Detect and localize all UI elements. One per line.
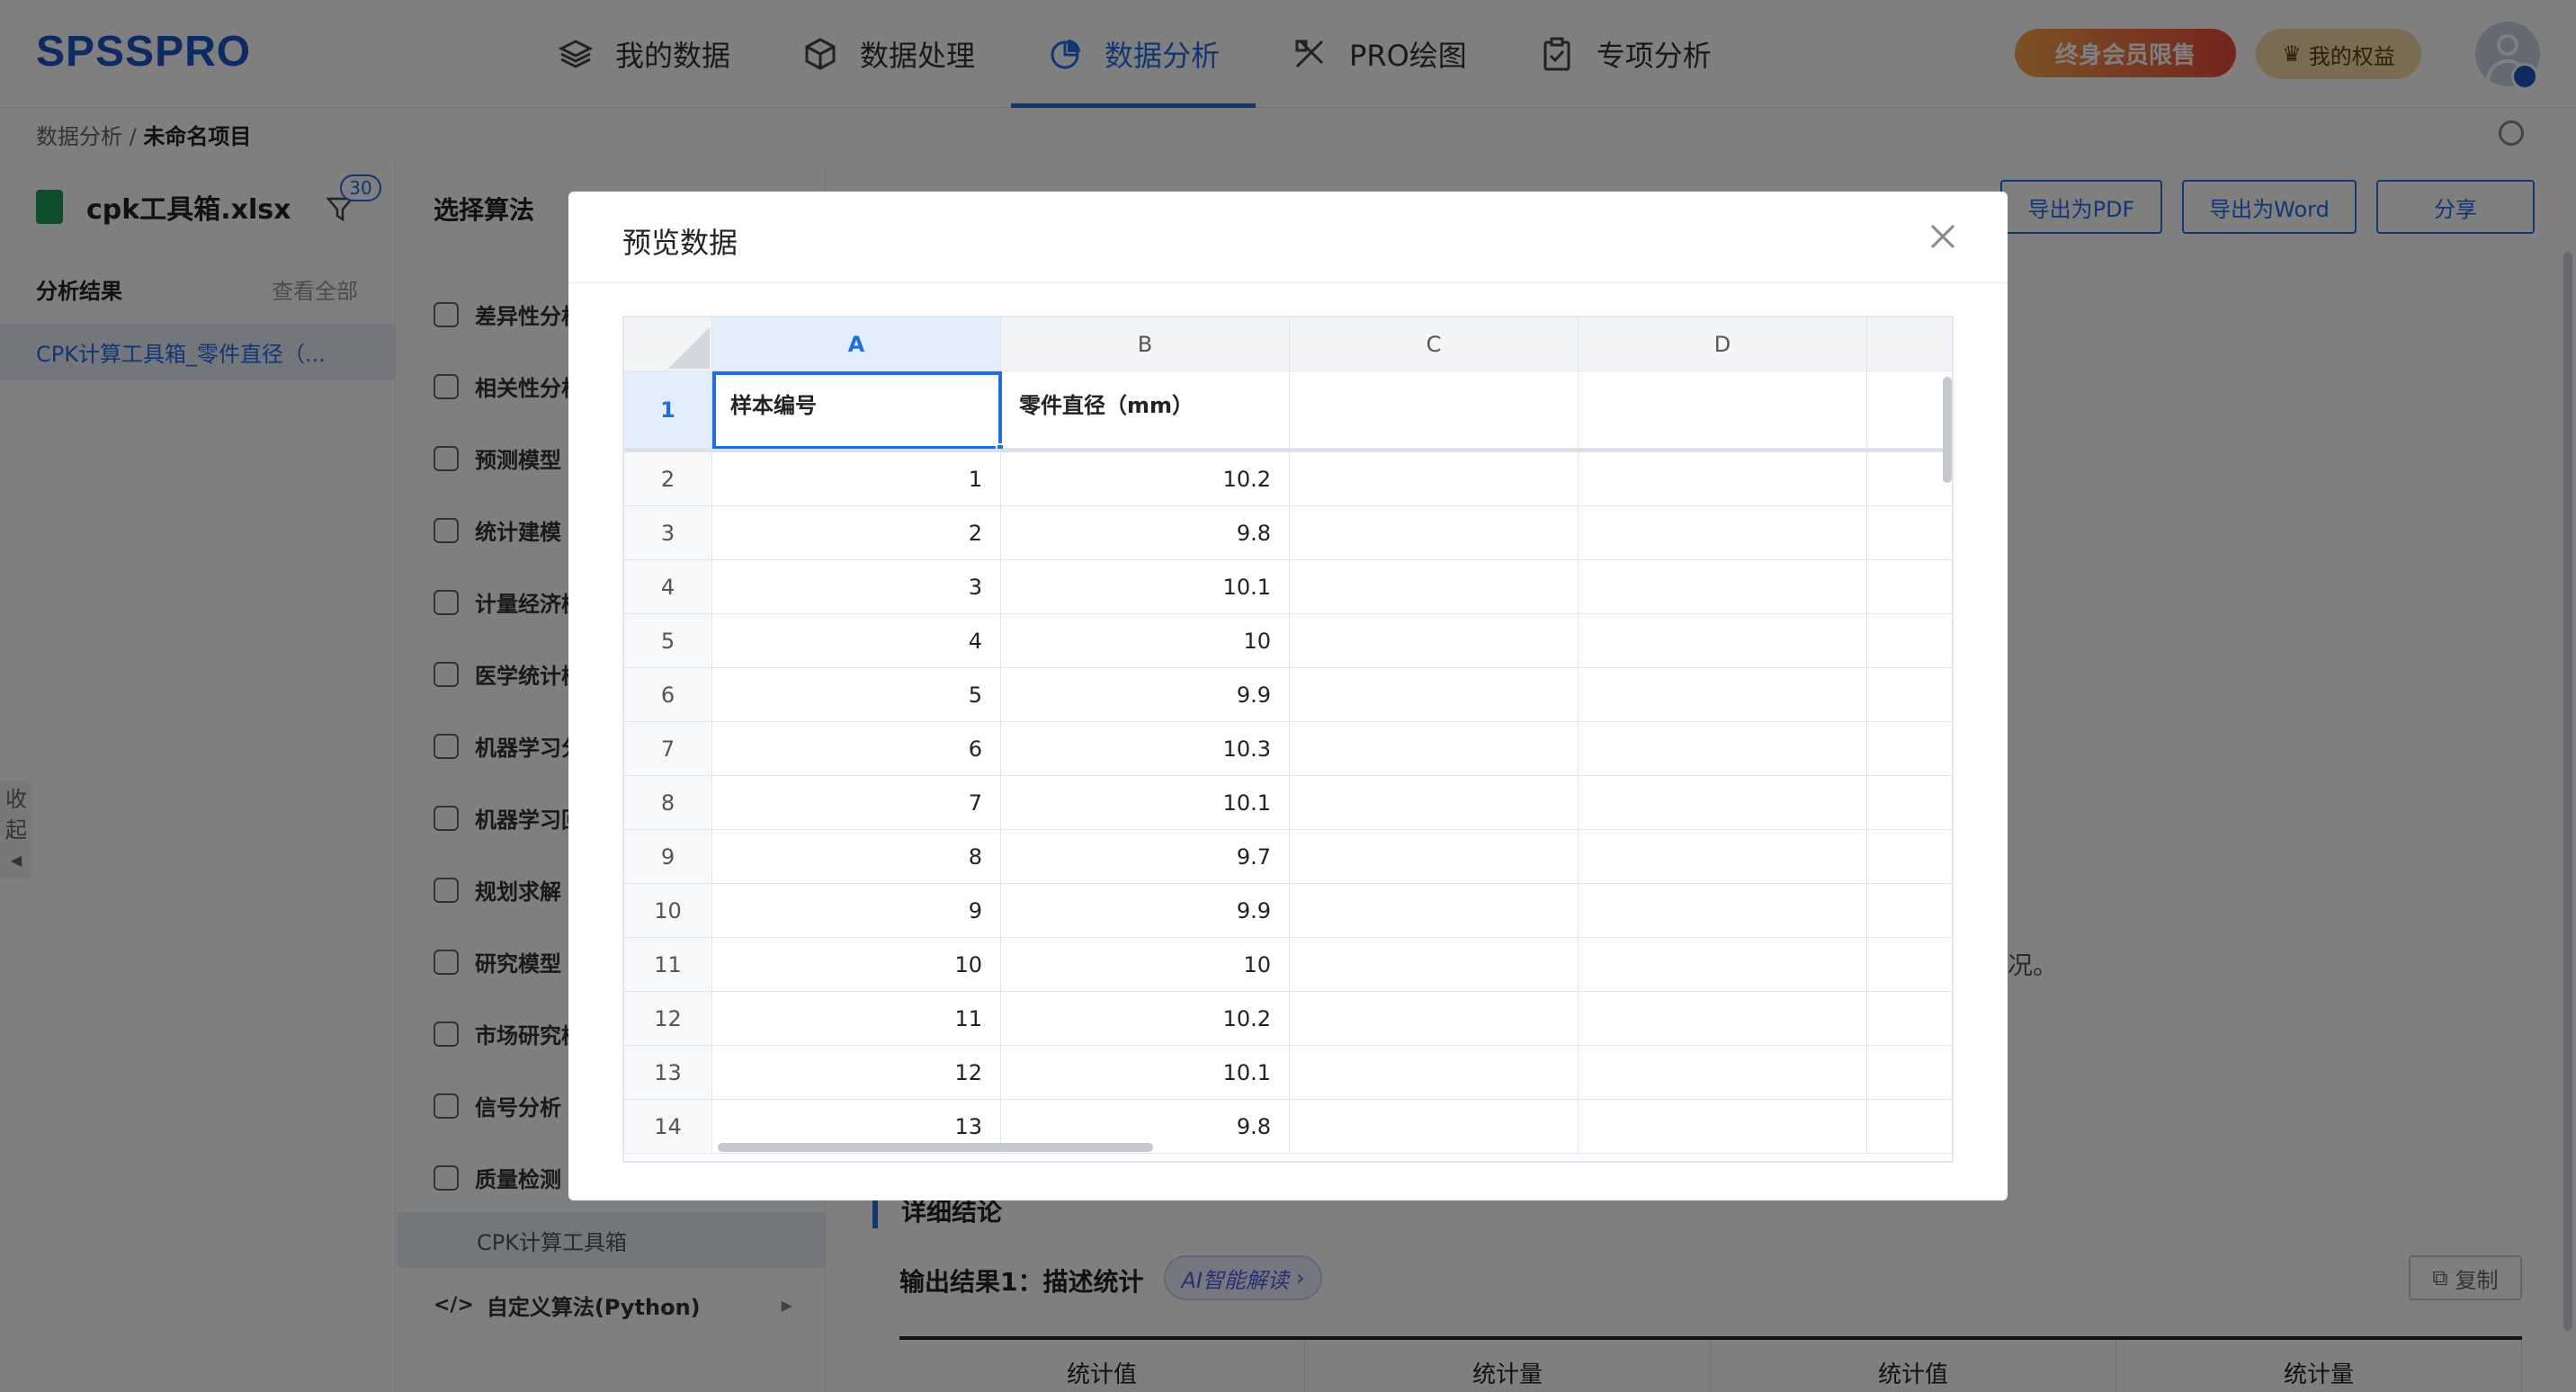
sheet-cell[interactable] xyxy=(1290,830,1579,884)
row-header[interactable]: 13 xyxy=(624,1046,712,1100)
sheet-cell[interactable] xyxy=(1867,722,1952,776)
sheet-cell[interactable] xyxy=(1867,614,1952,668)
sheet-cell[interactable] xyxy=(1579,668,1867,722)
sheet-cell[interactable] xyxy=(1867,1100,1952,1154)
modal-title: 预览数据 xyxy=(622,226,738,260)
sheet-cell[interactable]: 10 xyxy=(712,938,1001,992)
sheet-header-cell[interactable] xyxy=(1290,371,1579,449)
sheet-cell[interactable] xyxy=(1579,722,1867,776)
active-cell-outline xyxy=(712,371,1002,450)
spreadsheet-grid[interactable]: A B C D 1 样本编号 零件直径（mm） 2 1 10.2 3 2 9.8 4 3 10.1 5 4 10 6 5… xyxy=(622,316,1954,1163)
sheet-cell[interactable]: 10.1 xyxy=(1001,560,1290,614)
sheet-cell[interactable] xyxy=(1290,506,1579,560)
sheet-cell[interactable] xyxy=(1867,668,1952,722)
sheet-cell[interactable] xyxy=(1290,452,1579,506)
sheet-cell[interactable] xyxy=(1579,776,1867,830)
sheet-cell[interactable]: 8 xyxy=(712,830,1001,884)
sheet-cell[interactable]: 7 xyxy=(712,776,1001,830)
preview-data-modal: 预览数据 A B C D 1 样本编号 零件直径（mm） 2 1 10.2 3 2 9.8 4 3 10.1 5… xyxy=(568,192,2008,1200)
close-icon[interactable] xyxy=(1925,219,1961,254)
sheet-cell[interactable] xyxy=(1579,884,1867,938)
sheet-cell[interactable]: 3 xyxy=(712,560,1001,614)
sheet-cell[interactable] xyxy=(1290,668,1579,722)
sheet-cell[interactable]: 10.1 xyxy=(1001,1046,1290,1100)
sheet-header-cell[interactable]: 零件直径（mm） xyxy=(1001,371,1290,449)
sheet-cell[interactable]: 4 xyxy=(712,614,1001,668)
sheet-cell[interactable] xyxy=(1290,1046,1579,1100)
sheet-cell[interactable] xyxy=(1867,938,1952,992)
row-header[interactable]: 12 xyxy=(624,992,712,1046)
sheet-cell[interactable] xyxy=(1579,992,1867,1046)
row-header[interactable]: 4 xyxy=(624,560,712,614)
sheet-cell[interactable] xyxy=(1290,938,1579,992)
row-header[interactable]: 7 xyxy=(624,722,712,776)
select-all-corner[interactable] xyxy=(624,317,712,371)
sheet-cell[interactable] xyxy=(1867,1046,1952,1100)
sheet-cell[interactable] xyxy=(1867,371,1952,449)
row-header[interactable]: 11 xyxy=(624,938,712,992)
sheet-cell[interactable] xyxy=(1867,992,1952,1046)
sheet-cell[interactable]: 2 xyxy=(712,506,1001,560)
sheet-horizontal-scrollbar[interactable] xyxy=(718,1143,1153,1152)
sheet-cell[interactable]: 9.7 xyxy=(1001,830,1290,884)
sheet-cell[interactable]: 11 xyxy=(712,992,1001,1046)
modal-header: 预览数据 xyxy=(568,192,2008,283)
row-header[interactable]: 10 xyxy=(624,884,712,938)
sheet-cell[interactable] xyxy=(1867,560,1952,614)
sheet-cell[interactable]: 9.9 xyxy=(1001,884,1290,938)
sheet-cell[interactable] xyxy=(1290,614,1579,668)
row-header[interactable]: 9 xyxy=(624,830,712,884)
sheet-cell[interactable]: 10.2 xyxy=(1001,452,1290,506)
sheet-header-cell[interactable] xyxy=(1579,371,1867,449)
sheet-cell[interactable] xyxy=(1579,830,1867,884)
column-header[interactable]: A xyxy=(712,317,1001,371)
sheet-cell[interactable] xyxy=(1290,722,1579,776)
row-header[interactable]: 5 xyxy=(624,614,712,668)
sheet-cell[interactable] xyxy=(1579,614,1867,668)
sheet-cell[interactable] xyxy=(1867,830,1952,884)
sheet-cell[interactable] xyxy=(1290,776,1579,830)
sheet-cell[interactable] xyxy=(1579,1046,1867,1100)
sheet-cell[interactable]: 10.3 xyxy=(1001,722,1290,776)
sheet-cell[interactable]: 5 xyxy=(712,668,1001,722)
sheet-cell[interactable] xyxy=(1579,560,1867,614)
sheet-cell[interactable] xyxy=(1290,884,1579,938)
sheet-cell[interactable]: 9.8 xyxy=(1001,506,1290,560)
sheet-cell[interactable] xyxy=(1290,1100,1579,1154)
sheet-cell[interactable] xyxy=(1579,452,1867,506)
sheet-cell[interactable] xyxy=(1867,452,1952,506)
row-header[interactable]: 6 xyxy=(624,668,712,722)
sheet-cell[interactable]: 10.2 xyxy=(1001,992,1290,1046)
sheet-cell[interactable]: 12 xyxy=(712,1046,1001,1100)
row-header[interactable]: 1 xyxy=(624,371,712,449)
sheet-vertical-scrollbar[interactable] xyxy=(1943,377,1952,483)
sheet-cell[interactable]: 10.1 xyxy=(1001,776,1290,830)
column-header-blank xyxy=(1867,317,1952,371)
sheet-cell[interactable]: 10 xyxy=(1001,938,1290,992)
row-header[interactable]: 8 xyxy=(624,776,712,830)
column-header[interactable]: C xyxy=(1290,317,1579,371)
sheet-cell[interactable]: 9.9 xyxy=(1001,668,1290,722)
sheet-cell[interactable]: 6 xyxy=(712,722,1001,776)
row-header[interactable]: 2 xyxy=(624,452,712,506)
sheet-cell[interactable] xyxy=(1579,1100,1867,1154)
sheet-cell[interactable] xyxy=(1290,992,1579,1046)
row-header[interactable]: 14 xyxy=(624,1100,712,1154)
sheet-cell[interactable] xyxy=(1290,560,1579,614)
sheet-cell[interactable] xyxy=(1867,506,1952,560)
column-header[interactable]: D xyxy=(1579,317,1867,371)
sheet-cell[interactable]: 10 xyxy=(1001,614,1290,668)
sheet-cell[interactable]: 9 xyxy=(712,884,1001,938)
sheet-cell[interactable] xyxy=(1867,776,1952,830)
sheet-cell[interactable] xyxy=(1579,938,1867,992)
column-header[interactable]: B xyxy=(1001,317,1290,371)
sheet-cell[interactable] xyxy=(1579,506,1867,560)
sheet-cell[interactable]: 1 xyxy=(712,452,1001,506)
sheet-cell[interactable] xyxy=(1867,884,1952,938)
row-header[interactable]: 3 xyxy=(624,506,712,560)
